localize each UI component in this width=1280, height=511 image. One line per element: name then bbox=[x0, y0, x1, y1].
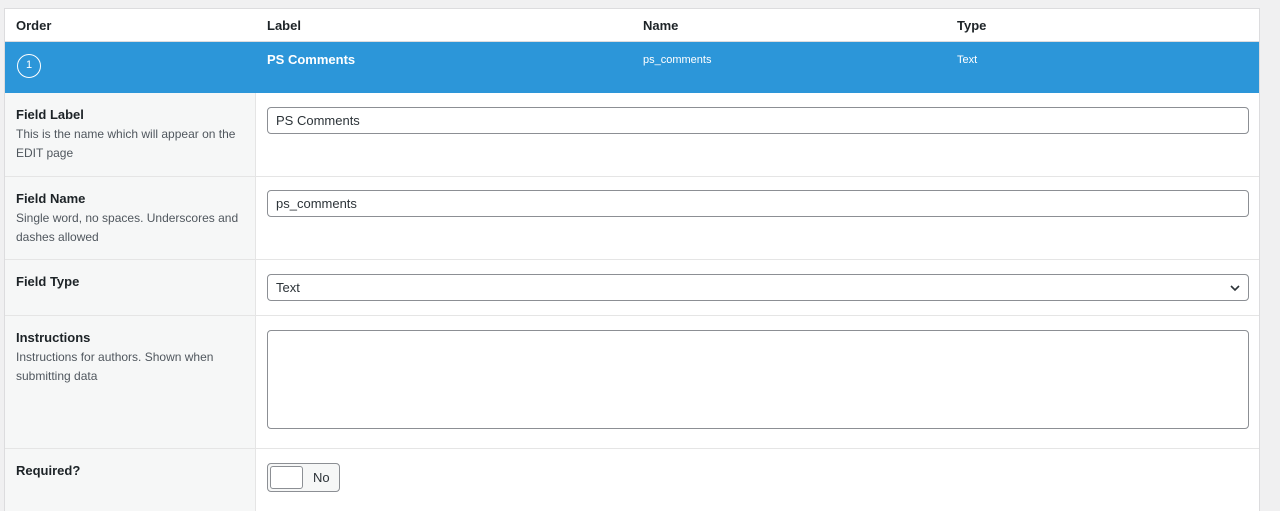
setting-title: Field Type bbox=[16, 274, 80, 289]
toggle-label: No bbox=[313, 470, 330, 485]
field-row-type: Text bbox=[957, 54, 978, 66]
column-header-label: Label bbox=[267, 18, 301, 33]
order-handle[interactable]: 1 bbox=[17, 54, 41, 78]
setting-description: This is the name which will appear on th… bbox=[16, 127, 236, 160]
setting-label-cell: Required? bbox=[5, 449, 256, 511]
field-row-label[interactable]: PS Comments bbox=[267, 52, 355, 67]
setting-title: Instructions bbox=[16, 330, 91, 345]
column-header-type: Type bbox=[957, 18, 987, 33]
field-label-input[interactable]: PS Comments bbox=[267, 107, 1249, 134]
setting-label-cell: Instructions Instructions for authors. S… bbox=[5, 316, 256, 448]
setting-label-cell: Field Name Single word, no spaces. Under… bbox=[5, 177, 256, 259]
field-type-select[interactable]: Text bbox=[267, 274, 1249, 301]
instructions-textarea[interactable] bbox=[267, 330, 1249, 429]
setting-row-field-label: Field Label This is the name which will … bbox=[5, 93, 1259, 177]
setting-label-cell: Field Type bbox=[5, 260, 256, 315]
column-header-name: Name bbox=[643, 18, 679, 33]
chevron-down-icon bbox=[1230, 285, 1240, 292]
required-toggle[interactable]: No bbox=[267, 463, 340, 492]
setting-title: Field Name bbox=[16, 191, 86, 206]
field-row-ps-comments[interactable]: 1 PS Comments ps_comments Text bbox=[5, 42, 1259, 93]
field-row-name: ps_comments bbox=[643, 54, 712, 66]
setting-title: Field Label bbox=[16, 107, 84, 122]
field-editor-panel: Order Label Name Type 1 PS Comments ps_c… bbox=[4, 8, 1260, 511]
toggle-knob bbox=[270, 466, 303, 489]
setting-label-cell: Field Label This is the name which will … bbox=[5, 93, 256, 176]
setting-row-required: Required? No bbox=[5, 449, 1259, 511]
setting-description: Instructions for authors. Shown when sub… bbox=[16, 350, 214, 383]
setting-row-instructions: Instructions Instructions for authors. S… bbox=[5, 316, 1259, 449]
setting-row-field-name: Field Name Single word, no spaces. Under… bbox=[5, 177, 1259, 260]
setting-description: Single word, no spaces. Underscores and … bbox=[16, 211, 239, 244]
field-list-header: Order Label Name Type bbox=[5, 9, 1259, 42]
setting-row-field-type: Field Type Text bbox=[5, 260, 1259, 316]
column-header-order: Order bbox=[16, 18, 52, 33]
field-name-input[interactable]: ps_comments bbox=[267, 190, 1249, 217]
setting-title: Required? bbox=[16, 463, 81, 478]
field-type-selected-value: Text bbox=[276, 280, 300, 295]
